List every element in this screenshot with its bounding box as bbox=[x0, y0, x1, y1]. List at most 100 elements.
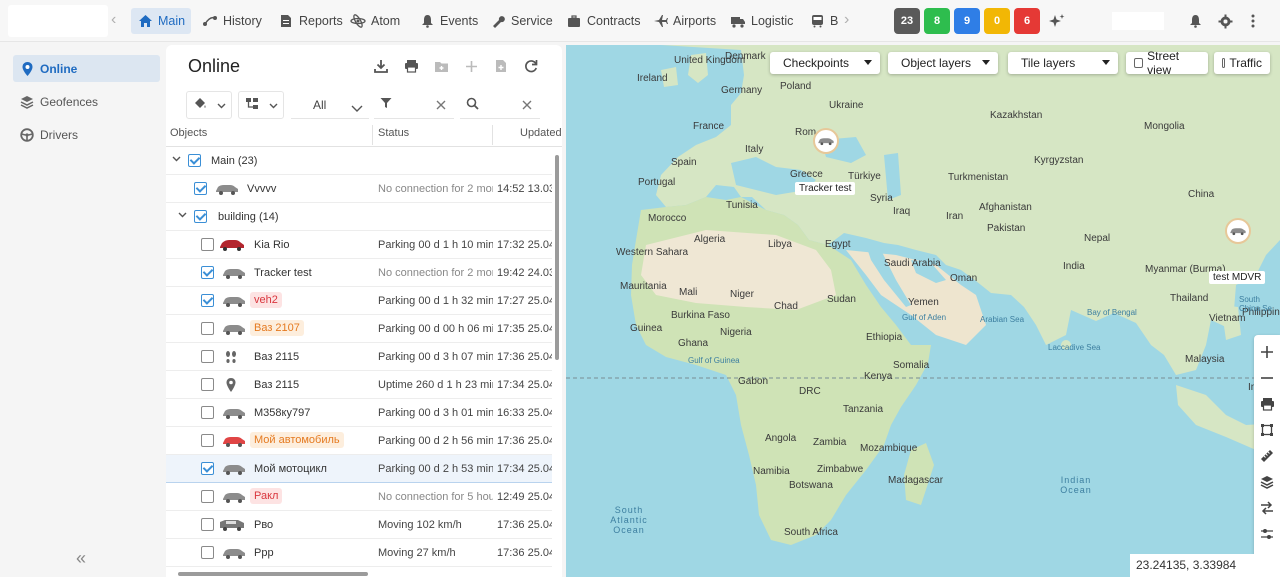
row-checkbox[interactable] bbox=[201, 378, 214, 391]
object-layers-dropdown[interactable]: Object layers bbox=[888, 52, 998, 74]
group-checkbox[interactable] bbox=[194, 210, 207, 223]
chevron-down-icon[interactable] bbox=[178, 210, 187, 221]
row-checkbox[interactable] bbox=[201, 490, 214, 503]
add-folder-icon[interactable] bbox=[432, 57, 450, 75]
nav-history[interactable]: History bbox=[196, 8, 268, 34]
gear-icon[interactable] bbox=[1216, 12, 1234, 30]
column-divider bbox=[492, 125, 493, 145]
scrollbar-thumb[interactable] bbox=[555, 155, 559, 360]
more-vertical-icon[interactable] bbox=[1244, 12, 1262, 30]
add-file-icon[interactable] bbox=[492, 57, 510, 75]
table-row[interactable]: М358ку797 Parking 00 d 3 h 01 min 16:33 … bbox=[166, 399, 552, 427]
table-row[interactable]: Ррр Moving 27 km/h 17:36 25.04 bbox=[166, 539, 552, 567]
group-checkbox[interactable] bbox=[188, 154, 201, 167]
search-icon bbox=[466, 97, 479, 113]
chevron-down-icon[interactable] bbox=[172, 154, 181, 165]
list-vertical-scrollbar[interactable] bbox=[552, 147, 562, 567]
group-row-building[interactable]: building (14) bbox=[166, 203, 552, 231]
nav-service[interactable]: Service bbox=[484, 8, 559, 34]
map-marker-test-mdvr[interactable] bbox=[1225, 218, 1251, 244]
sidebar-item-online[interactable]: Online bbox=[13, 55, 160, 82]
collapse-sidebar-icon[interactable]: « bbox=[76, 548, 86, 569]
nav-main[interactable]: Main bbox=[131, 8, 192, 34]
checkpoints-dropdown[interactable]: Checkpoints bbox=[770, 52, 880, 74]
row-checkbox[interactable] bbox=[201, 462, 214, 475]
table-row[interactable]: Vvvvv No connection for 2 months 14:52 1… bbox=[166, 175, 552, 203]
status-badge-offline[interactable]: 6 bbox=[1014, 8, 1040, 34]
nav-b[interactable]: B bbox=[803, 8, 844, 34]
nav-logistic[interactable]: Logistic bbox=[724, 8, 799, 34]
map-toolbar bbox=[1254, 335, 1280, 577]
settings-sliders-icon[interactable] bbox=[1259, 526, 1275, 542]
tile-layers-dropdown[interactable]: Tile layers bbox=[1008, 52, 1118, 74]
row-checkbox[interactable] bbox=[201, 546, 214, 559]
row-checkbox[interactable] bbox=[201, 518, 214, 531]
sparkle-icon[interactable] bbox=[1048, 12, 1066, 30]
scrollbar-thumb[interactable] bbox=[178, 572, 368, 576]
group-filter-dropdown[interactable] bbox=[238, 91, 284, 119]
refresh-icon[interactable] bbox=[522, 57, 540, 75]
map-view[interactable]: Checkpoints Object layers Tile layers St… bbox=[566, 45, 1280, 577]
clear-search-icon[interactable] bbox=[522, 99, 532, 113]
column-header-updated[interactable]: Updated bbox=[520, 127, 562, 145]
route-swap-icon[interactable] bbox=[1259, 500, 1275, 516]
nav-atom[interactable]: Atom bbox=[344, 8, 406, 34]
column-header-status[interactable]: Status bbox=[378, 127, 409, 145]
nav-scroll-left-icon[interactable]: ‹ bbox=[111, 11, 116, 29]
nav-scroll-right-icon[interactable]: › bbox=[844, 11, 849, 29]
row-checkbox[interactable] bbox=[201, 406, 214, 419]
group-row-main[interactable]: Main (23) bbox=[166, 147, 552, 175]
street-view-checkbox[interactable] bbox=[1134, 58, 1144, 68]
table-row[interactable]: Рво Moving 102 km/h 17:36 25.04 bbox=[166, 511, 552, 539]
table-row[interactable]: Мой мотоцикл Parking 00 d 2 h 53 min 17:… bbox=[166, 455, 552, 483]
paint-filter-dropdown[interactable] bbox=[186, 91, 232, 119]
traffic-checkbox[interactable] bbox=[1222, 58, 1226, 68]
table-row[interactable]: Ваз 2115 Parking 00 d 3 h 07 min 17:36 2… bbox=[166, 343, 552, 371]
sidebar-item-geofences[interactable]: Geofences bbox=[13, 88, 160, 115]
status-badge-parking[interactable]: 9 bbox=[954, 8, 980, 34]
print-map-icon[interactable] bbox=[1259, 396, 1275, 412]
row-checkbox[interactable] bbox=[194, 182, 207, 195]
table-row[interactable]: veh2 Parking 00 d 1 h 32 min 17:27 25.04 bbox=[166, 287, 552, 315]
filter-input[interactable] bbox=[374, 91, 454, 119]
traffic-toggle[interactable]: Traffic bbox=[1214, 52, 1270, 74]
nav-contracts[interactable]: Contracts bbox=[560, 8, 647, 34]
list-horizontal-scrollbar[interactable] bbox=[166, 569, 562, 577]
briefcase-icon bbox=[566, 13, 582, 29]
row-checkbox[interactable] bbox=[201, 238, 214, 251]
table-row[interactable]: Ракл No connection for 5 hours 12:49 25.… bbox=[166, 483, 552, 511]
search-input[interactable] bbox=[460, 91, 540, 119]
column-header-objects[interactable]: Objects bbox=[170, 127, 207, 145]
zoom-out-icon[interactable] bbox=[1259, 370, 1275, 386]
status-filter-select[interactable]: All bbox=[291, 91, 369, 119]
status-badge-idle[interactable]: 0 bbox=[984, 8, 1010, 34]
street-view-toggle[interactable]: Street view bbox=[1126, 49, 1208, 77]
notifications-bell-icon[interactable] bbox=[1186, 12, 1204, 30]
download-icon[interactable] bbox=[372, 57, 390, 75]
nav-airports[interactable]: Airports bbox=[646, 8, 722, 34]
map-layers-icon[interactable] bbox=[1259, 474, 1275, 490]
row-checkbox[interactable] bbox=[201, 266, 214, 279]
row-checkbox[interactable] bbox=[201, 294, 214, 307]
table-row[interactable]: Ваз 2115 Uptime 260 d 1 h 23 min 17:34 2… bbox=[166, 371, 552, 399]
row-checkbox[interactable] bbox=[201, 350, 214, 363]
sidebar-item-drivers[interactable]: Drivers bbox=[13, 121, 160, 148]
user-box[interactable] bbox=[1112, 12, 1164, 30]
status-badge-total[interactable]: 23 bbox=[894, 8, 920, 34]
table-row[interactable]: Tracker test No connection for 2 months … bbox=[166, 259, 552, 287]
table-row[interactable]: Kia Rio Parking 00 d 1 h 10 min 17:32 25… bbox=[166, 231, 552, 259]
status-badge-online[interactable]: 8 bbox=[924, 8, 950, 34]
clear-filter-icon[interactable] bbox=[436, 99, 446, 113]
add-icon[interactable] bbox=[462, 57, 480, 75]
nav-events[interactable]: Events bbox=[413, 8, 484, 34]
row-checkbox[interactable] bbox=[201, 322, 214, 335]
table-row[interactable]: Мой автомобиль Parking 00 d 2 h 56 min 1… bbox=[166, 427, 552, 455]
ruler-icon[interactable] bbox=[1259, 448, 1275, 464]
nav-reports[interactable]: Reports bbox=[272, 8, 349, 34]
zoom-in-icon[interactable] bbox=[1259, 344, 1275, 360]
draw-polygon-icon[interactable] bbox=[1259, 422, 1275, 438]
map-marker-tracker-test[interactable] bbox=[813, 128, 839, 154]
table-row[interactable]: Ваз 2107 Parking 00 d 00 h 06 min 17:35 … bbox=[166, 315, 552, 343]
row-checkbox[interactable] bbox=[201, 434, 214, 447]
print-icon[interactable] bbox=[402, 57, 420, 75]
